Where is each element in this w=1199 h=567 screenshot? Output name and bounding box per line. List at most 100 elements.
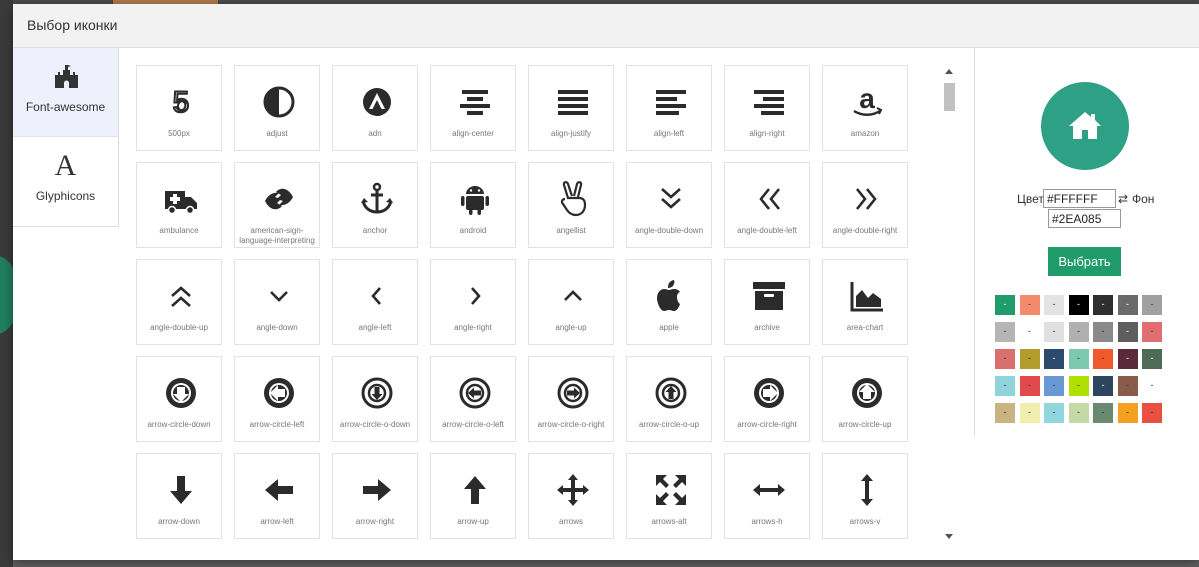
- color-swatch[interactable]: -: [1068, 322, 1089, 342]
- icon-tile-angellist[interactable]: angellist: [528, 162, 614, 248]
- icon-tile-label: angle-double-right: [832, 226, 898, 235]
- icon-tile-arrow-circle-o-down[interactable]: arrow-circle-o-down: [332, 356, 418, 442]
- scroll-down-icon[interactable]: [945, 534, 953, 539]
- scroll-thumb[interactable]: [944, 83, 955, 111]
- arrow-circle-o-up-icon: [655, 377, 687, 409]
- icon-tile-500px[interactable]: 5 500px: [136, 65, 222, 151]
- icon-tile-american-sign-language-interpreting[interactable]: american-sign-language-interpreting: [234, 162, 320, 248]
- icon-tile-arrow-circle-o-up[interactable]: arrow-circle-o-up: [626, 356, 712, 442]
- color-swatch[interactable]: -: [1068, 295, 1089, 315]
- color-swatch[interactable]: -: [995, 403, 1015, 423]
- ambulance-icon: [165, 191, 197, 215]
- color-swatch[interactable]: -: [1019, 349, 1040, 369]
- color-swatch[interactable]: -: [1093, 349, 1113, 369]
- color-swatch[interactable]: -: [1068, 349, 1089, 369]
- color-swatch[interactable]: -: [995, 349, 1015, 369]
- swap-arrows-icon[interactable]: ⇄: [1118, 192, 1128, 206]
- icon-tile-arrows-alt[interactable]: arrows-alt: [626, 453, 712, 539]
- icon-tile-arrows-v[interactable]: arrows-v: [822, 453, 908, 539]
- icon-tile-anchor[interactable]: anchor: [332, 162, 418, 248]
- align-right-icon: [754, 90, 784, 115]
- icon-tile-align-justify[interactable]: align-justify: [528, 65, 614, 151]
- scroll-up-icon[interactable]: [945, 69, 953, 74]
- icon-tile-arrow-right[interactable]: arrow-right: [332, 453, 418, 539]
- icon-tile-arrow-circle-up[interactable]: arrow-circle-up: [822, 356, 908, 442]
- color-swatch[interactable]: -: [1044, 295, 1064, 315]
- color-swatch[interactable]: -: [1044, 403, 1064, 423]
- color-swatch[interactable]: -: [1142, 349, 1162, 369]
- color-swatch[interactable]: -: [1117, 376, 1138, 396]
- color-swatch[interactable]: -: [1117, 322, 1138, 342]
- sidebar-item-glyphicons[interactable]: A Glyphicons: [13, 137, 118, 225]
- arrows-icon: [557, 474, 589, 506]
- icon-tile-arrow-circle-o-right[interactable]: arrow-circle-o-right: [528, 356, 614, 442]
- icon-tile-arrow-circle-o-left[interactable]: arrow-circle-o-left: [430, 356, 516, 442]
- icon-tile-arrow-left[interactable]: arrow-left: [234, 453, 320, 539]
- modal-title: Выбор иконки: [27, 17, 118, 33]
- icon-tile-ambulance[interactable]: ambulance: [136, 162, 222, 248]
- background-color-input[interactable]: [1048, 209, 1121, 228]
- icon-tile-archive[interactable]: archive: [724, 259, 810, 345]
- color-swatch[interactable]: -: [1044, 376, 1064, 396]
- color-swatch[interactable]: -: [1068, 403, 1089, 423]
- icon-tile-angle-double-right[interactable]: angle-double-right: [822, 162, 908, 248]
- icon-tile-label: arrows-v: [849, 517, 881, 526]
- color-swatch[interactable]: -: [1093, 403, 1113, 423]
- icon-tile-arrow-up[interactable]: arrow-up: [430, 453, 516, 539]
- icon-grid-scrollbar[interactable]: [942, 67, 956, 541]
- color-swatch[interactable]: -: [1117, 403, 1138, 423]
- color-swatch[interactable]: -: [1068, 376, 1089, 396]
- choose-button[interactable]: Выбрать: [1048, 247, 1121, 276]
- icon-tile-arrow-circle-right[interactable]: arrow-circle-right: [724, 356, 810, 442]
- icon-tile-angle-left[interactable]: angle-left: [332, 259, 418, 345]
- icon-tile-angle-double-down[interactable]: angle-double-down: [626, 162, 712, 248]
- icon-tile-adjust[interactable]: adjust: [234, 65, 320, 151]
- color-swatch[interactable]: -: [995, 322, 1015, 342]
- area-chart-icon: [850, 282, 883, 312]
- color-input[interactable]: [1043, 189, 1116, 208]
- icon-tile-amazon[interactable]: a amazon: [822, 65, 908, 151]
- icon-tile-angle-down[interactable]: angle-down: [234, 259, 320, 345]
- icon-tile-align-center[interactable]: align-center: [430, 65, 516, 151]
- color-swatch[interactable]: -: [1142, 295, 1162, 315]
- color-swatch[interactable]: -: [1093, 376, 1113, 396]
- modal-header: Выбор иконки: [13, 4, 1199, 48]
- color-swatch[interactable]: -: [1142, 376, 1162, 396]
- icon-tile-align-right[interactable]: align-right: [724, 65, 810, 151]
- color-swatch[interactable]: -: [1019, 322, 1040, 342]
- color-swatch[interactable]: -: [1117, 349, 1138, 369]
- color-swatch[interactable]: -: [995, 295, 1015, 315]
- color-swatch[interactable]: -: [1117, 295, 1138, 315]
- color-swatch[interactable]: -: [1142, 403, 1162, 423]
- icon-tile-align-left[interactable]: align-left: [626, 65, 712, 151]
- icon-tile-area-chart[interactable]: area-chart: [822, 259, 908, 345]
- icon-tile-label: adjust: [266, 129, 288, 138]
- color-swatch[interactable]: -: [1019, 403, 1040, 423]
- color-swatch[interactable]: -: [1093, 295, 1113, 315]
- color-swatch[interactable]: -: [1142, 322, 1162, 342]
- icon-tile-angle-right[interactable]: angle-right: [430, 259, 516, 345]
- color-swatch[interactable]: -: [1044, 322, 1064, 342]
- color-swatch[interactable]: -: [1019, 295, 1040, 315]
- arrow-circle-left-icon: [264, 378, 294, 408]
- icon-tile-label: arrow-circle-o-down: [339, 420, 411, 429]
- icon-tile-arrows[interactable]: arrows: [528, 453, 614, 539]
- sidebar-item-font-awesome[interactable]: Font-awesome: [13, 48, 118, 136]
- icon-tile-arrow-circle-down[interactable]: arrow-circle-down: [136, 356, 222, 442]
- icon-tile-apple[interactable]: apple: [626, 259, 712, 345]
- icon-tile-arrow-down[interactable]: arrow-down: [136, 453, 222, 539]
- color-swatch[interactable]: -: [1019, 376, 1040, 396]
- icon-tile-arrows-h[interactable]: arrows-h: [724, 453, 810, 539]
- color-swatch[interactable]: -: [1093, 322, 1113, 342]
- icon-tile-angle-double-up[interactable]: angle-double-up: [136, 259, 222, 345]
- icon-tile-adn[interactable]: adn: [332, 65, 418, 151]
- icon-tile-angle-up[interactable]: angle-up: [528, 259, 614, 345]
- icon-tile-android[interactable]: android: [430, 162, 516, 248]
- icon-tile-label: align-left: [653, 129, 685, 138]
- icon-tile-arrow-circle-left[interactable]: arrow-circle-left: [234, 356, 320, 442]
- angle-double-left-icon: [759, 188, 781, 210]
- arrows-v-icon: [861, 474, 873, 506]
- icon-tile-angle-double-left[interactable]: angle-double-left: [724, 162, 810, 248]
- color-swatch[interactable]: -: [1044, 349, 1064, 369]
- color-swatch[interactable]: -: [995, 376, 1015, 396]
